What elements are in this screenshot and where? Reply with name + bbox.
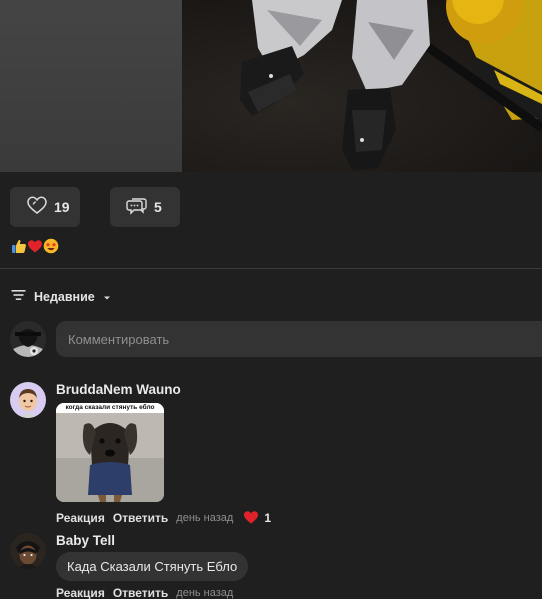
comment-author-avatar[interactable] (10, 533, 46, 569)
reply-button[interactable]: Ответить (113, 586, 168, 599)
media-side-panel (0, 0, 182, 172)
caret-down-icon (103, 288, 111, 306)
comment-image[interactable]: когда сказали стянуть ебло (56, 403, 164, 502)
react-button[interactable]: Реакция (56, 586, 105, 599)
heart-outline-icon (26, 195, 48, 220)
comment-like-count: 1 (264, 511, 272, 525)
comment-actions: Реакция Ответить день назад (56, 585, 248, 599)
comment-text: Када Сказали Стянуть Ебло (56, 552, 249, 581)
section-divider (0, 268, 542, 269)
likes-count: 19 (54, 199, 70, 215)
comment-composer (10, 320, 542, 358)
comment-author-avatar[interactable] (10, 382, 46, 418)
comment-author-name[interactable]: BruddaNem Wauno (56, 382, 271, 397)
comment-item: Baby Tell Када Сказали Стянуть Ебло Реак… (10, 533, 530, 599)
post-stats: 19 5 (10, 187, 180, 227)
likes-button[interactable]: 19 (10, 187, 80, 227)
comment-body: Baby Tell Када Сказали Стянуть Ебло Реак… (56, 533, 249, 599)
reactions-summary[interactable] (11, 238, 59, 254)
heart-icon (243, 510, 259, 527)
comments-count: 5 (154, 199, 162, 215)
comment-timestamp: день назад (176, 587, 234, 599)
comment-item: BruddaNem Wauno когда сказали стянуть еб… (10, 382, 530, 525)
meme-caption: когда сказали стянуть ебло (56, 403, 164, 413)
sort-icon (11, 288, 26, 306)
sort-dropdown[interactable]: Недавние (11, 288, 111, 306)
post-media[interactable] (0, 0, 542, 172)
comment-author-name[interactable]: Baby Tell (56, 533, 248, 548)
reply-button[interactable]: Ответить (113, 511, 168, 525)
post-photo-graphic (240, 0, 542, 170)
comment-reactions[interactable]: 1 (243, 510, 271, 527)
comments-icon (126, 195, 148, 220)
thumbs-up-icon (11, 238, 27, 254)
comment-actions: Реакция Ответить день назад 1 (56, 510, 271, 526)
star-struck-icon (43, 238, 59, 254)
heart-icon (27, 238, 43, 254)
current-user-avatar[interactable] (10, 321, 46, 357)
comment-timestamp: день назад (176, 512, 234, 524)
comment-input[interactable] (56, 321, 542, 357)
sort-label: Недавние (34, 290, 95, 304)
comments-button[interactable]: 5 (110, 187, 180, 227)
post-photo[interactable] (182, 0, 542, 172)
react-button[interactable]: Реакция (56, 511, 105, 525)
comment-body: BruddaNem Wauno когда сказали стянуть еб… (56, 382, 271, 526)
